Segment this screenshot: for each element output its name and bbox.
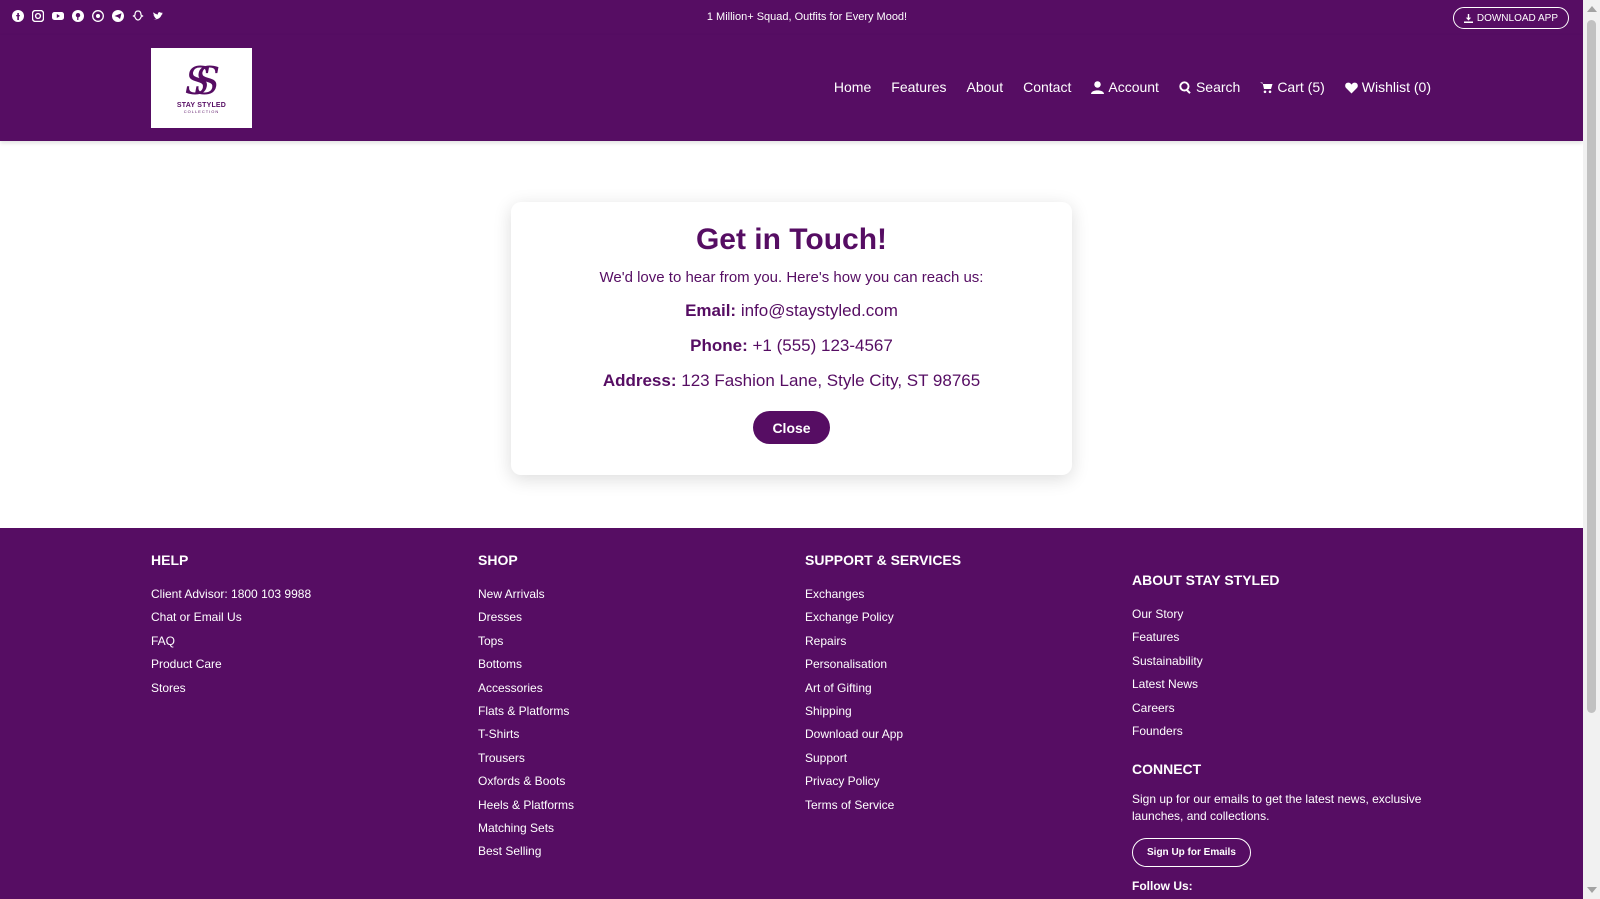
nav-about[interactable]: About (967, 79, 1004, 95)
footer-link[interactable]: Art of Gifting (805, 677, 961, 700)
download-app-button[interactable]: DOWNLOAD APP (1452, 7, 1569, 29)
footer-link[interactable]: Best Selling (478, 840, 574, 863)
footer-support: SUPPORT & SERVICES Exchanges Exchange Po… (805, 552, 961, 817)
main-nav: Home Features About Contact Account Sear… (834, 79, 1431, 95)
footer-link[interactable]: Support (805, 747, 961, 770)
footer-link[interactable]: Shipping (805, 700, 961, 723)
nav-cart-label: Cart (5) (1277, 79, 1325, 95)
signup-emails-button[interactable]: Sign Up for Emails (1132, 838, 1251, 868)
footer-link[interactable]: Terms of Service (805, 794, 961, 817)
promo-text: 1 Million+ Squad, Outfits for Every Mood… (706, 11, 908, 23)
top-bar: 1 Million+ Squad, Outfits for Every Mood… (0, 0, 1583, 35)
scroll-up-arrow-icon[interactable] (1587, 6, 1597, 12)
follow-us-label: Follow Us: (1132, 879, 1193, 894)
footer-connect-title: CONNECT (1132, 761, 1202, 778)
nav-wishlist-label: Wishlist (0) (1361, 79, 1431, 95)
footer-link[interactable]: Features (1132, 626, 1442, 649)
nav-cart[interactable]: Cart (5) (1260, 79, 1325, 95)
footer-link[interactable]: Exchange Policy (805, 606, 961, 629)
footer-link[interactable]: Accessories (478, 677, 574, 700)
footer-link[interactable]: Chat or Email Us (151, 606, 311, 629)
footer-link[interactable]: Tops (478, 630, 574, 653)
phone-row: Phone: +1 (555) 123-4567 (511, 336, 1072, 356)
site-header: SS STAY STYLED COLLECTION Home Features … (0, 35, 1583, 141)
nav-wishlist[interactable]: Wishlist (0) (1344, 79, 1431, 95)
footer-support-title: SUPPORT & SERVICES (805, 552, 962, 568)
footer-link[interactable]: Exchanges (805, 583, 961, 606)
footer-link[interactable]: T-Shirts (478, 723, 574, 746)
download-icon (1463, 13, 1473, 23)
nav-account-label: Account (1108, 79, 1159, 95)
footer-link[interactable]: Our Story (1132, 603, 1442, 626)
footer-link[interactable]: Client Advisor: 1800 103 9988 (151, 583, 311, 606)
footer-about-title: ABOUT STAY STYLED (1132, 572, 1280, 588)
nav-search[interactable]: Search (1179, 79, 1240, 95)
footer-link[interactable]: Flats & Platforms (478, 700, 574, 723)
scrollbar[interactable] (1583, 0, 1600, 899)
footer-link[interactable]: Latest News (1132, 673, 1442, 696)
footer-link[interactable]: FAQ (151, 630, 311, 653)
logo[interactable]: SS STAY STYLED COLLECTION (151, 48, 252, 128)
email-value[interactable]: info@staystyled.com (741, 301, 898, 320)
cart-icon (1260, 82, 1273, 93)
nav-contact[interactable]: Contact (1023, 79, 1071, 95)
nav-home[interactable]: Home (834, 79, 871, 95)
site-footer: HELP Client Advisor: 1800 103 9988 Chat … (0, 528, 1583, 899)
footer-link[interactable]: Stores (151, 677, 311, 700)
footer-connect-text: Sign up for our emails to get the latest… (1132, 792, 1422, 824)
logo-subtitle: COLLECTION (183, 109, 220, 114)
close-button[interactable]: Close (753, 411, 830, 444)
footer-help: HELP Client Advisor: 1800 103 9988 Chat … (151, 552, 311, 700)
footer-link[interactable]: Founders (1132, 720, 1442, 743)
footer-link[interactable]: Personalisation (805, 653, 961, 676)
search-icon (1179, 80, 1191, 94)
scroll-down-arrow-icon[interactable] (1587, 887, 1597, 893)
email-row: Email: info@staystyled.com (511, 301, 1072, 321)
phone-label: Phone: (690, 336, 748, 355)
footer-link[interactable]: Download our App (805, 723, 961, 746)
user-icon (1091, 80, 1105, 94)
address-value: 123 Fashion Lane, Style City, ST 98765 (681, 371, 981, 390)
footer-link[interactable]: Careers (1132, 697, 1442, 720)
footer-link[interactable]: Product Care (151, 653, 311, 676)
footer-link[interactable]: Dresses (478, 606, 574, 629)
scrollbar-thumb[interactable] (1587, 20, 1596, 713)
footer-link[interactable]: Sustainability (1132, 650, 1442, 673)
footer-link[interactable]: Trousers (478, 747, 574, 770)
phone-value[interactable]: +1 (555) 123-4567 (752, 336, 892, 355)
heart-icon (1344, 82, 1358, 93)
download-app-label: DOWNLOAD APP (1476, 12, 1558, 24)
page: 1 Million+ Squad, Outfits for Every Mood… (0, 0, 1583, 899)
footer-link[interactable]: Oxfords & Boots (478, 770, 574, 793)
logo-monogram: SS (184, 59, 221, 103)
modal-intro: We'd love to hear from you. Here's how y… (599, 269, 984, 286)
footer-shop-title: SHOP (478, 552, 518, 568)
footer-shop: SHOP New Arrivals Dresses Tops Bottoms A… (478, 552, 574, 864)
footer-link[interactable]: Repairs (805, 630, 961, 653)
nav-account[interactable]: Account (1091, 79, 1159, 95)
footer-link[interactable]: New Arrivals (478, 583, 574, 606)
modal-title: Get in Touch! (695, 223, 888, 256)
nav-features[interactable]: Features (891, 79, 946, 95)
email-label: Email: (685, 301, 737, 320)
address-row: Address: 123 Fashion Lane, Style City, S… (511, 371, 1072, 391)
footer-link[interactable]: Heels & Platforms (478, 794, 574, 817)
footer-about: ABOUT STAY STYLED Our Story Features Sus… (1132, 572, 1442, 893)
footer-link[interactable]: Privacy Policy (805, 770, 961, 793)
contact-modal: Get in Touch! We'd love to hear from you… (511, 202, 1072, 475)
logo-name: STAY STYLED (176, 102, 227, 109)
address-label: Address: (602, 371, 677, 390)
nav-search-label: Search (1195, 79, 1241, 95)
footer-help-title: HELP (151, 552, 189, 568)
footer-link[interactable]: Bottoms (478, 653, 574, 676)
footer-link[interactable]: Matching Sets (478, 817, 574, 840)
